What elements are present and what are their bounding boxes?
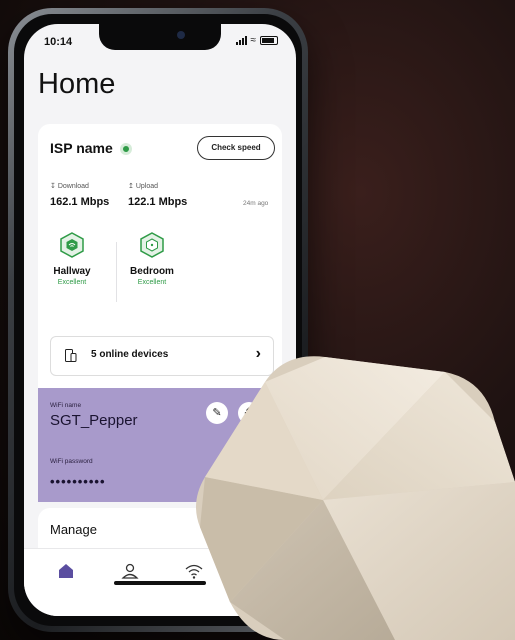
upload-label-text: Upload [135, 183, 158, 190]
node-divider [116, 242, 117, 302]
wifi-password-label: WiFi password [50, 458, 93, 465]
devices-icon [65, 349, 77, 362]
home-indicator [114, 581, 206, 585]
node-name: Hallway [53, 266, 91, 277]
download-label: ↧ Download [50, 183, 89, 190]
mesh-router-hub-image [196, 356, 515, 640]
upload-label: ↥ Upload [128, 183, 158, 190]
check-speed-button[interactable]: Check speed [197, 136, 275, 160]
notch [99, 24, 221, 50]
last-checked: 24m ago [243, 200, 269, 207]
node-hallway[interactable]: Hallway Excellent [42, 232, 102, 286]
page-title: Home [38, 68, 116, 100]
online-devices-label: 5 online devices [91, 349, 169, 360]
status-time: 10:14 [44, 36, 73, 48]
wifi-status-icon: ≈ [250, 35, 257, 46]
wifi-name-label: WiFi name [50, 402, 82, 409]
signal-icon [235, 36, 247, 45]
person-icon [121, 563, 139, 579]
status-icons: ≈ [235, 35, 278, 46]
home-icon [59, 564, 73, 578]
tab-home[interactable] [54, 559, 78, 583]
isp-name: ISP name [50, 140, 113, 156]
tab-profile[interactable] [118, 559, 142, 583]
wifi-name: SGT_Pepper [50, 412, 138, 429]
node-status: Excellent [137, 279, 167, 286]
node-name: Bedroom [130, 266, 174, 277]
download-value: 162.1 Mbps [50, 196, 110, 208]
manage-title: Manage [50, 522, 97, 537]
upload-value: 122.1 Mbps [128, 196, 188, 208]
online-status-icon [120, 143, 132, 155]
wifi-password: •••••••••• [50, 474, 106, 489]
node-status: Excellent [57, 279, 87, 286]
node-hex-icon [59, 232, 85, 258]
node-bedroom[interactable]: Bedroom Excellent [122, 232, 182, 286]
download-label-text: Download [57, 183, 89, 190]
battery-icon [260, 36, 278, 45]
node-hex-icon [139, 232, 165, 258]
